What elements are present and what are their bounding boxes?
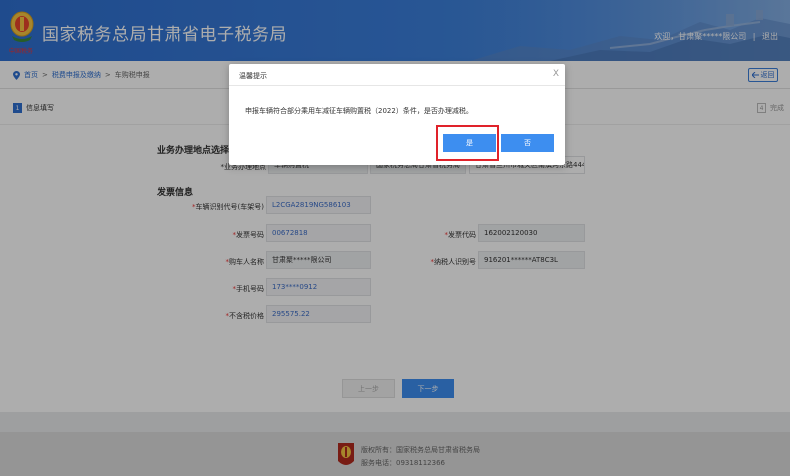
dialog-message: 申报车辆符合部分乘用车减征车辆购置税（2022）条件，是否办理减税。 — [245, 107, 473, 115]
no-button[interactable]: 否 — [501, 134, 554, 152]
notice-dialog: 温馨提示 X 申报车辆符合部分乘用车减征车辆购置税（2022）条件，是否办理减税… — [229, 64, 565, 165]
dialog-header: 温馨提示 X — [229, 64, 565, 86]
dialog-title: 温馨提示 — [239, 72, 267, 80]
yes-button-highlight — [436, 125, 499, 161]
close-icon[interactable]: X — [553, 69, 559, 79]
